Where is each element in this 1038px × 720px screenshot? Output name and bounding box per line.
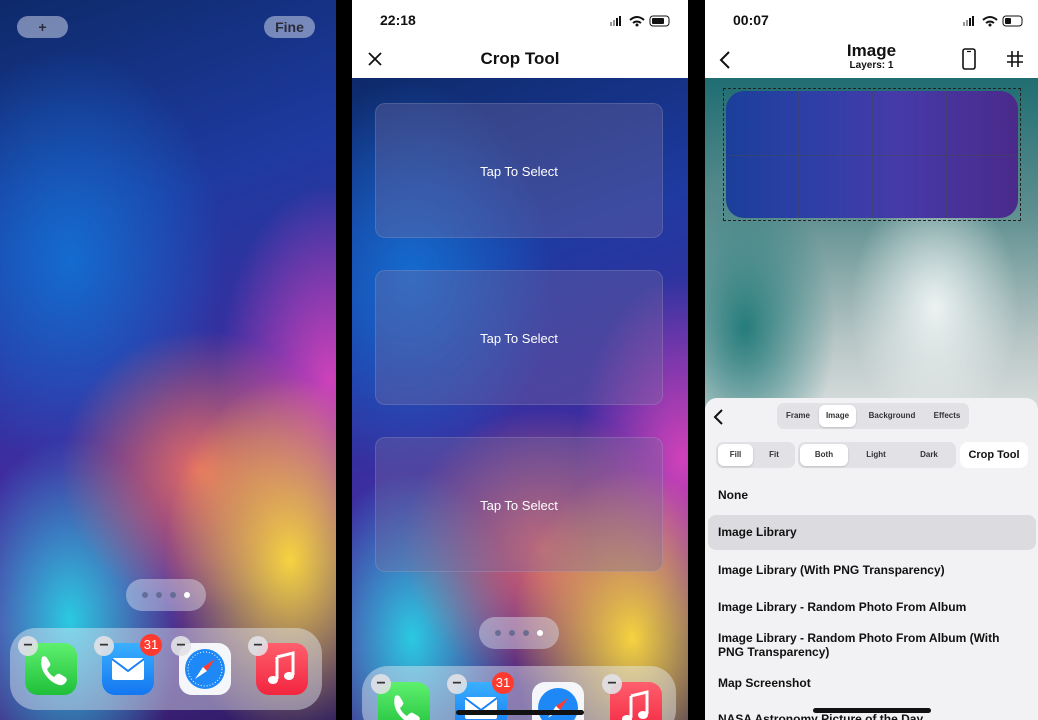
select-card-2[interactable]: Tap To Select [375, 270, 663, 405]
source-item-map-screenshot[interactable]: Map Screenshot [708, 676, 1038, 692]
page-dot [170, 592, 176, 598]
status-icons [610, 15, 670, 27]
cropped-image [726, 91, 1018, 218]
page-dot-current [184, 592, 190, 598]
source-item-nasa-apod[interactable]: NASA Astronomy Picture of the Day [708, 712, 1038, 720]
image-editor-panel: 00:07 Image Layers: 1 Frame Image Backgr… [705, 0, 1038, 720]
page-indicator[interactable] [479, 617, 559, 649]
home-indicator[interactable] [456, 710, 584, 715]
status-bar: 00:07 [705, 0, 1038, 40]
source-item-image-library-png[interactable]: Image Library (With PNG Transparency) [708, 563, 1038, 579]
remove-safari-button[interactable]: − [171, 636, 191, 656]
tab-frame[interactable]: Frame [779, 405, 817, 427]
status-icons [963, 15, 1023, 27]
layers-count: Layers: 1 [849, 60, 894, 71]
remove-music-button[interactable]: − [248, 636, 268, 656]
fill-option[interactable]: Fill [718, 444, 753, 466]
add-widget-button[interactable]: + [17, 16, 68, 38]
tab-effects[interactable]: Effects [927, 405, 967, 427]
crop-tool-panel: 22:18 Crop Tool Tap To Select Tap To Sel… [352, 0, 688, 720]
status-bar: 22:18 [352, 0, 688, 40]
page-dot [509, 630, 515, 636]
remove-phone-button[interactable]: − [371, 674, 391, 694]
fit-option[interactable]: Fit [755, 444, 793, 466]
remove-mail-button[interactable]: − [447, 674, 467, 694]
page-dot-current [537, 630, 543, 636]
image-canvas[interactable] [705, 78, 1038, 408]
fill-fit-control: Fill Fit [716, 442, 795, 468]
source-item-random-photo-png[interactable]: Image Library - Random Photo From Album … [708, 631, 1018, 659]
select-card-1[interactable]: Tap To Select [375, 103, 663, 238]
mail-badge: 31 [492, 672, 514, 694]
nav-bar: Crop Tool [352, 40, 688, 78]
source-item-random-photo[interactable]: Image Library - Random Photo From Album [708, 600, 1038, 616]
page-title: Image [846, 41, 897, 60]
phone-preview-icon[interactable] [962, 48, 976, 70]
remove-music-button[interactable]: − [602, 674, 622, 694]
page-dot [495, 630, 501, 636]
crop-tool-button[interactable]: Crop Tool [960, 442, 1028, 468]
page-dot [156, 592, 162, 598]
home-indicator[interactable] [813, 708, 931, 713]
nav-bar: Image Layers: 1 [705, 40, 1038, 78]
page-title: Crop Tool [480, 49, 560, 68]
page-dot [142, 592, 148, 598]
remove-phone-button[interactable]: − [18, 636, 38, 656]
crop-frame[interactable] [723, 88, 1021, 221]
appearance-control: Both Light Dark [798, 442, 956, 468]
page-dot [523, 630, 529, 636]
page-indicator[interactable] [126, 579, 206, 611]
source-item-none[interactable]: None [708, 488, 1038, 504]
dark-option[interactable]: Dark [904, 444, 954, 466]
done-button[interactable]: Fine [264, 16, 315, 38]
source-item-image-library[interactable]: Image Library [708, 515, 1036, 550]
status-time: 22:18 [380, 12, 416, 28]
mail-badge: 31 [140, 634, 162, 656]
select-card-3[interactable]: Tap To Select [375, 437, 663, 572]
both-option[interactable]: Both [800, 444, 848, 466]
back-chevron-icon[interactable] [713, 408, 725, 426]
dock: − − 31 − [10, 628, 322, 710]
tab-background[interactable]: Background [858, 405, 926, 427]
home-screen-panel: + Fine − − 31 − − [0, 0, 336, 720]
light-option[interactable]: Light [850, 444, 902, 466]
tab-segmented-control: Frame Image Background Effects [777, 403, 969, 429]
status-time: 00:07 [733, 12, 769, 28]
grid-icon[interactable] [1006, 50, 1024, 68]
remove-mail-button[interactable]: − [94, 636, 114, 656]
tab-image[interactable]: Image [819, 405, 856, 427]
settings-sheet: Frame Image Background Effects Fill Fit … [705, 398, 1038, 720]
